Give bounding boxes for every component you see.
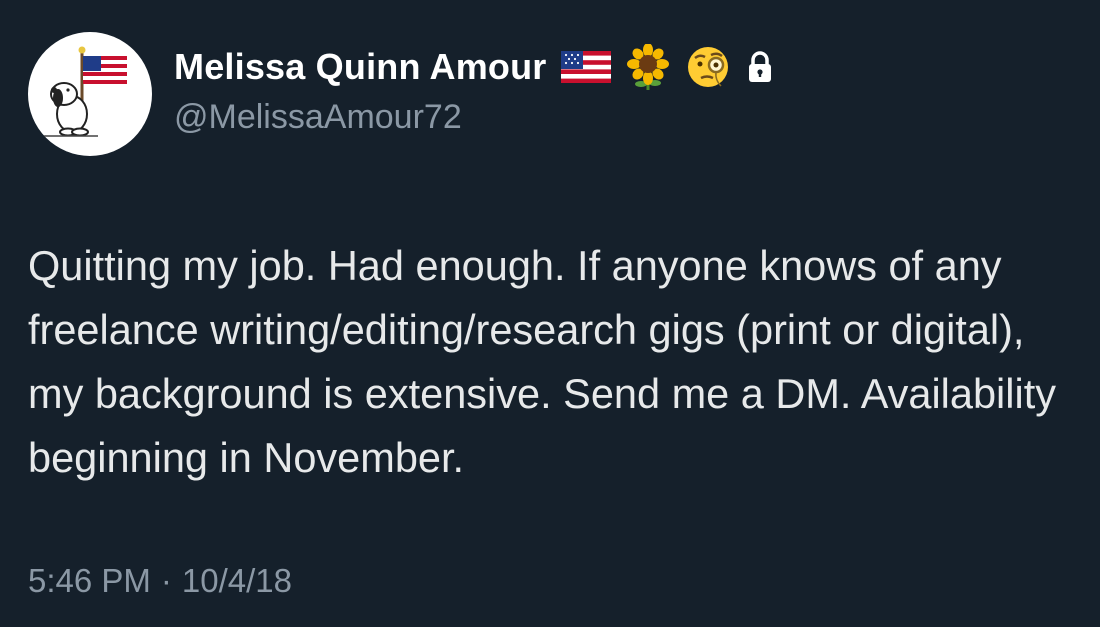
tweet-date: 10/4/18 [181,562,293,599]
display-name[interactable]: Melissa Quinn Amour [174,46,547,88]
face-with-monocle-icon [685,44,731,90]
name-row: Melissa Quinn Amour [174,44,773,90]
tweet-time: 5:46 PM [28,562,151,599]
meta-separator: · [160,562,172,599]
us-flag-icon [560,49,611,85]
tweet-text: Quitting my job. Had enough. If anyone k… [28,242,1056,481]
tweet-timestamp[interactable]: 5:46 PM · 10/4/18 [28,562,292,600]
user-handle[interactable]: @MelissaAmour72 [174,98,462,137]
sunflower-icon [625,44,671,90]
snoopy-flag-icon [42,46,127,137]
lock-icon [747,50,773,84]
avatar[interactable] [28,32,152,156]
